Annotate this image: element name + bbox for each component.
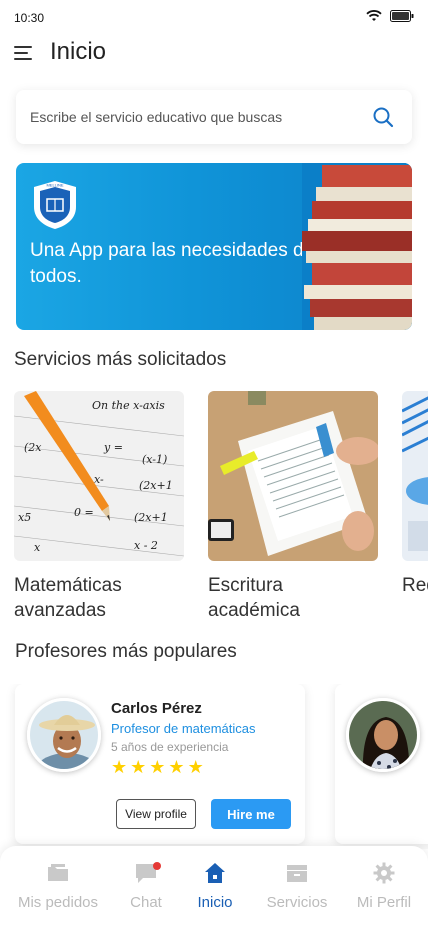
svg-text:MELLINE: MELLINE [46,183,63,188]
svg-text:(2x+1: (2x+1 [139,479,173,492]
nav-item-mis-pedidos[interactable]: Mis pedidos [15,846,101,926]
service-card[interactable]: On the x-axis (2x y = (x-1) x- (2x+1 0 = (2x… [14,391,184,623]
svg-text:x5: x5 [18,511,31,524]
avatar [346,698,420,772]
app-header: Inicio [0,36,428,72]
page-title: Inicio [50,38,107,65]
folder-icon [48,864,68,881]
shield-logo-icon: MELLINE [34,181,76,229]
gear-icon [373,862,395,884]
service-label: Matemáticas avanzadas [14,575,122,621]
status-time: 10:30 [14,11,45,25]
teachers-section-title: Profesores más populares [15,641,237,662]
search-input[interactable] [30,102,360,132]
svg-text:x-: x- [94,473,104,486]
teacher-card[interactable]: Carlos Pérez Profesor de matemáticas 5 a… [15,684,305,844]
star-icon: ★ [130,757,147,777]
star-icon: ★ [149,757,166,777]
service-image-math: On the x-axis (2x y = (x-1) x- (2x+1 0 = (2x… [14,391,184,561]
star-icon: ★ [168,757,185,777]
teacher-role: Profesor de matemáticas [111,721,256,736]
nav-label: Mi Perfil [356,894,412,911]
service-card[interactable]: Red doc [402,391,428,598]
bottom-nav: Mis pedidos Chat Inicio Servicios Mi Per… [0,846,428,926]
notification-dot [153,862,161,870]
promo-banner[interactable]: MELLINE Una App para las necesidades de … [16,163,412,330]
battery-icon [390,10,414,22]
nav-item-servicios[interactable]: Servicios [254,846,340,926]
svg-text:0 =: 0 = [74,506,94,519]
teacher-experience: 5 años de experiencia [111,740,229,754]
svg-text:On the x-axis: On the x-axis [92,399,165,412]
wallet-icon [287,865,307,882]
search-icon[interactable] [372,106,394,128]
status-icons [366,10,414,22]
avatar [27,698,101,772]
service-image-writing [208,391,378,561]
svg-text:(2x+1: (2x+1 [134,511,168,524]
nav-label: Inicio [197,894,233,911]
hire-me-button[interactable]: Hire me [211,799,291,829]
svg-text:(x-1): (x-1) [142,453,167,466]
teacher-name: Carlos Pérez [111,700,202,717]
services-section-title: Servicios más solicitados [14,349,227,370]
svg-text:y =: y = [103,441,123,454]
teacher-card[interactable] [335,684,428,844]
service-card[interactable]: Escritura académica [208,391,378,623]
search-box [16,90,412,144]
star-icon: ★ [187,757,204,777]
status-bar: 10:30 [0,0,428,36]
view-profile-button[interactable]: View profile [116,799,196,829]
service-image-docs [402,391,428,561]
nav-item-inicio[interactable]: Inicio [172,846,258,926]
services-carousel[interactable]: On the x-axis (2x y = (x-1) x- (2x+1 0 = (2x… [14,391,428,631]
service-label: Red doc [402,575,428,596]
wifi-icon [366,10,382,21]
star-icon: ★ [111,757,128,777]
teachers-carousel[interactable]: Carlos Pérez Profesor de matemáticas 5 a… [0,684,428,849]
svg-text:x - 2: x - 2 [134,539,158,552]
nav-label: Mis pedidos [17,894,99,911]
home-icon [205,863,225,883]
rating-stars: ★ ★ ★ ★ ★ [111,758,204,776]
svg-text:(2x: (2x [24,441,42,454]
banner-text: Una App para las necesidades de todos. [30,240,315,287]
nav-label: Servicios [266,894,328,911]
nav-item-mi-perfil[interactable]: Mi Perfil [341,846,427,926]
service-label: Escritura académica [208,575,300,621]
books-image [302,163,412,330]
svg-text:x: x [34,541,41,554]
menu-icon[interactable] [14,46,32,62]
